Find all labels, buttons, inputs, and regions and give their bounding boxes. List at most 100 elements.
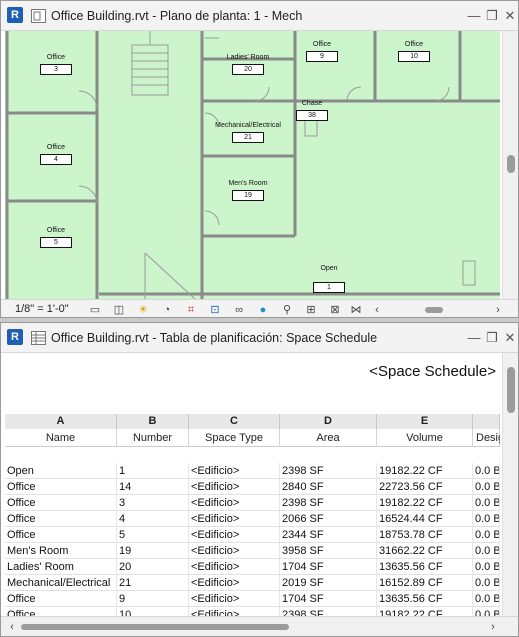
cell-volume[interactable]: 22723.56 CF — [377, 479, 473, 495]
column-letter[interactable] — [473, 414, 500, 429]
room-number-tag[interactable]: 19 — [232, 190, 264, 201]
cell-name[interactable]: Open — [5, 463, 117, 479]
reveal-hidden-icon[interactable]: ● — [256, 303, 270, 317]
cell-number[interactable]: 19 — [117, 543, 189, 559]
column-letter[interactable]: C — [189, 414, 280, 429]
cell-design[interactable]: 0.0 B — [473, 607, 500, 616]
cell-number[interactable]: 21 — [117, 575, 189, 591]
cell-number[interactable]: 10 — [117, 607, 189, 616]
table-row[interactable]: Office 14 <Edificio> 2840 SF 22723.56 CF 0.0 … — [5, 479, 500, 495]
column-header[interactable]: Volume — [377, 429, 473, 447]
cell-area[interactable]: 2398 SF — [280, 607, 377, 616]
cell-name[interactable]: Office — [5, 511, 117, 527]
reveal-constraints-icon[interactable]: ⋈ — [349, 303, 363, 317]
cell-volume[interactable]: 18753.78 CF — [377, 527, 473, 543]
highlight-displacement-icon[interactable]: ⊠ — [328, 303, 342, 317]
schedule-vertical-scrollbar[interactable] — [502, 353, 518, 616]
restore-button[interactable]: ❐ — [485, 8, 499, 24]
visual-style-icon[interactable]: ◫ — [112, 303, 126, 317]
view-scale-label[interactable]: 1/8" = 1'-0" — [15, 303, 69, 315]
room-number-tag[interactable]: 20 — [232, 64, 264, 75]
cell-number[interactable]: 3 — [117, 495, 189, 511]
minimize-button[interactable]: — — [467, 330, 481, 346]
table-row[interactable]: Office 5 <Edificio> 2344 SF 18753.78 CF 0.0 B — [5, 527, 500, 543]
cell-design[interactable]: 0.0 B — [473, 495, 500, 511]
cell-name[interactable]: Office — [5, 591, 117, 607]
cell-design[interactable]: 0.0 B — [473, 463, 500, 479]
scroll-right-icon[interactable]: › — [491, 303, 505, 317]
cell-space-type[interactable]: <Edificio> — [189, 479, 280, 495]
scroll-right-icon[interactable]: › — [486, 620, 500, 634]
cell-area[interactable]: 1704 SF — [280, 591, 377, 607]
sun-path-icon[interactable]: ☀ — [136, 303, 150, 317]
minimize-button[interactable]: — — [467, 8, 481, 24]
cell-area[interactable]: 2840 SF — [280, 479, 377, 495]
cell-design[interactable]: 0.0 B — [473, 511, 500, 527]
cell-volume[interactable]: 31662.22 CF — [377, 543, 473, 559]
cell-space-type[interactable]: <Edificio> — [189, 543, 280, 559]
cell-space-type[interactable]: <Edificio> — [189, 527, 280, 543]
shadows-icon[interactable]: ◔ — [160, 303, 174, 317]
cell-name[interactable]: Office — [5, 607, 117, 616]
restore-button[interactable]: ❐ — [485, 330, 499, 346]
cell-volume[interactable]: 16524.44 CF — [377, 511, 473, 527]
cell-name[interactable]: Office — [5, 495, 117, 511]
cell-space-type[interactable]: <Edificio> — [189, 495, 280, 511]
table-row[interactable]: Open 1 <Edificio> 2398 SF 19182.22 CF 0.0 B — [5, 463, 500, 479]
crop-view-icon[interactable]: ⌗ — [184, 303, 198, 317]
cell-volume[interactable]: 13635.56 CF — [377, 559, 473, 575]
column-letter[interactable]: D — [280, 414, 377, 429]
cell-design[interactable]: 0.0 B — [473, 527, 500, 543]
column-header[interactable]: Space Type — [189, 429, 280, 447]
cell-space-type[interactable]: <Edificio> — [189, 591, 280, 607]
cell-space-type[interactable]: <Edificio> — [189, 511, 280, 527]
schedule-vertical-scroll-thumb[interactable] — [507, 367, 515, 413]
room-number-tag[interactable]: 9 — [306, 51, 338, 62]
cell-volume[interactable]: 19182.22 CF — [377, 463, 473, 479]
cell-space-type[interactable]: <Edificio> — [189, 463, 280, 479]
analytical-model-icon[interactable]: ⊞ — [304, 303, 318, 317]
plan-vertical-scroll-thumb[interactable] — [507, 155, 515, 173]
schedule-horizontal-scrollbar[interactable]: ‹ › — [1, 616, 518, 636]
cell-area[interactable]: 2066 SF — [280, 511, 377, 527]
scroll-left-icon[interactable]: ‹ — [5, 620, 19, 634]
table-row[interactable]: Mechanical/Electrical 21 <Edificio> 2019 SF… — [5, 575, 500, 591]
cell-design[interactable]: 0.0 B — [473, 591, 500, 607]
detail-level-icon[interactable]: ▭ — [88, 303, 102, 317]
cell-design[interactable]: 0.0 B — [473, 543, 500, 559]
cell-area[interactable]: 3958 SF — [280, 543, 377, 559]
cell-name[interactable]: Office — [5, 527, 117, 543]
cell-design[interactable]: 0.0 B — [473, 479, 500, 495]
close-button[interactable]: ✕ — [503, 8, 517, 24]
cell-space-type[interactable]: <Edificio> — [189, 607, 280, 616]
column-header[interactable]: Desig — [473, 429, 500, 447]
column-header[interactable]: Name — [5, 429, 117, 447]
worksharing-icon[interactable]: ⚲ — [280, 303, 294, 317]
cell-volume[interactable]: 16152.89 CF — [377, 575, 473, 591]
cell-area[interactable]: 2344 SF — [280, 527, 377, 543]
cell-area[interactable]: 2019 SF — [280, 575, 377, 591]
cell-design[interactable]: 0.0 B — [473, 575, 500, 591]
cell-design[interactable]: 0.0 B — [473, 559, 500, 575]
table-row[interactable]: Office 4 <Edificio> 2066 SF 16524.44 CF 0.0 B — [5, 511, 500, 527]
plan-vertical-scrollbar[interactable] — [502, 31, 518, 299]
cell-area[interactable]: 2398 SF — [280, 495, 377, 511]
room-number-tag[interactable]: 1 — [313, 282, 345, 293]
table-row[interactable]: Ladies' Room 20 <Edificio> 1704 SF 13635.56 … — [5, 559, 500, 575]
cell-volume[interactable]: 19182.22 CF — [377, 607, 473, 616]
cell-number[interactable]: 9 — [117, 591, 189, 607]
column-letter[interactable]: B — [117, 414, 189, 429]
room-number-tag[interactable]: 4 — [40, 154, 72, 165]
cell-space-type[interactable]: <Edificio> — [189, 575, 280, 591]
cell-name[interactable]: Men's Room — [5, 543, 117, 559]
cell-area[interactable]: 2398 SF — [280, 463, 377, 479]
cell-number[interactable]: 14 — [117, 479, 189, 495]
column-letter[interactable]: A — [5, 414, 117, 429]
table-row[interactable]: Office 10 <Edificio> 2398 SF 19182.22 CF 0.0 … — [5, 607, 500, 616]
temporary-hide-icon[interactable]: ∞ — [232, 303, 246, 317]
table-row[interactable]: Men's Room 19 <Edificio> 3958 SF 31662.22 CF… — [5, 543, 500, 559]
cell-volume[interactable]: 13635.56 CF — [377, 591, 473, 607]
cell-name[interactable]: Office — [5, 479, 117, 495]
column-letter[interactable]: E — [377, 414, 473, 429]
room-number-tag[interactable]: 21 — [232, 132, 264, 143]
